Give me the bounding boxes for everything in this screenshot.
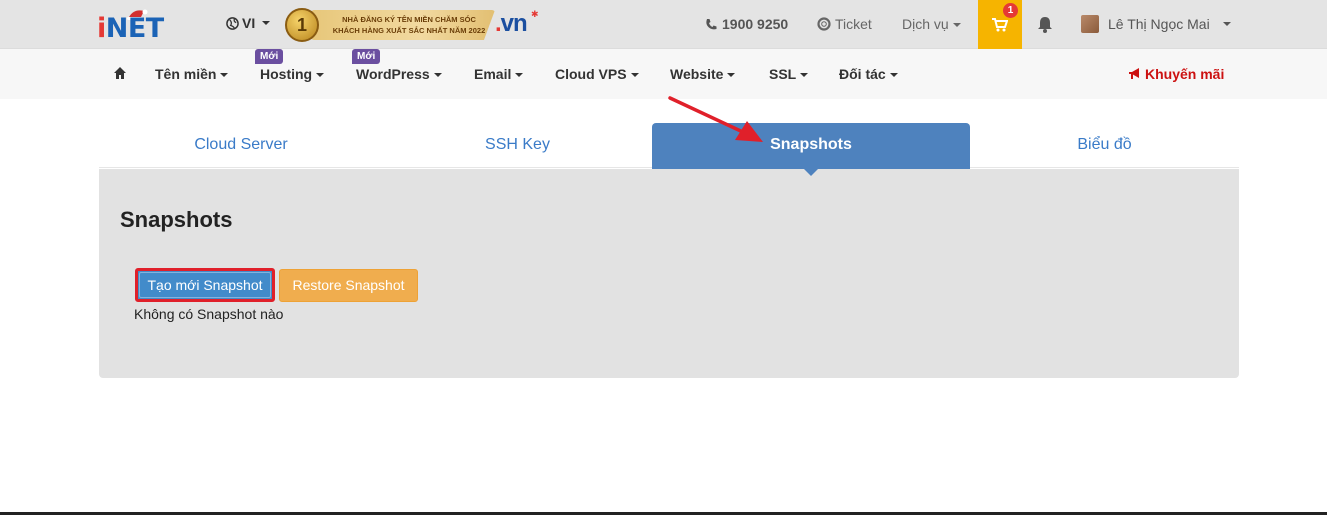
nav-item-hosting[interactable]: Hosting [260, 66, 325, 82]
user-name: Lê Thị Ngọc Mai [1108, 16, 1210, 32]
chevron-down-icon [433, 73, 442, 78]
phone-icon [706, 18, 717, 29]
phone-number: 1900 9250 [722, 16, 789, 32]
nav-item-website[interactable]: Website [670, 66, 736, 82]
tab-ssh-key[interactable]: SSH Key [383, 123, 652, 169]
cart-icon [992, 17, 1008, 31]
vn-label: vn [500, 10, 528, 37]
create-snapshot-button[interactable]: Tạo mới Snapshot [135, 268, 275, 302]
megaphone-icon [1129, 68, 1139, 79]
chevron-down-icon [889, 73, 898, 78]
ticket-label: Ticket [835, 16, 872, 32]
nav-item-wordpress[interactable]: WordPress [356, 66, 442, 82]
restore-snapshot-button[interactable]: Restore Snapshot [279, 269, 418, 302]
chevron-down-icon [727, 73, 736, 78]
bell-icon[interactable] [1037, 16, 1053, 33]
nav-item-email[interactable]: Email [474, 66, 524, 82]
banner-line-2: KHÁCH HÀNG XUẤT SẮC NHẤT NĂM 2022 [332, 26, 486, 35]
tab-charts[interactable]: Biểu đồ [970, 123, 1239, 169]
award-banner[interactable]: 1 NHÀ ĐĂNG KÝ TÊN MIỀN CHĂM SÓC KHÁCH HÀ… [285, 6, 540, 44]
new-badge-hosting: Mới [255, 49, 284, 64]
nav-item-label: WordPress [356, 66, 430, 82]
ticket-link[interactable]: Ticket [817, 16, 872, 32]
nav-item-label: Cloud VPS [555, 66, 627, 82]
promotions-link[interactable]: Khuyến mãi [1128, 66, 1224, 82]
logo-letter-i: i [97, 13, 106, 44]
user-menu[interactable]: Lê Thị Ngọc Mai [1081, 15, 1231, 33]
star-icon: ✱ [531, 9, 539, 19]
cart-button[interactable]: 1 [978, 0, 1022, 49]
page-title: Snapshots [120, 207, 233, 232]
chevron-down-icon [515, 73, 524, 78]
nav-item-ssl[interactable]: SSL [769, 66, 809, 82]
language-label: VI [242, 15, 256, 31]
avatar [1081, 15, 1099, 33]
tab-cloud-server[interactable]: Cloud Server [99, 123, 383, 169]
chevron-down-icon [316, 73, 325, 78]
annotation-arrow-icon [668, 96, 763, 142]
vn-domain-logo: .vn [495, 10, 528, 37]
active-tab-pointer [803, 168, 819, 176]
nav-item-domains[interactable]: Tên miền [155, 66, 229, 82]
globe-icon [226, 16, 239, 30]
inet-logo[interactable]: iNET [97, 9, 187, 44]
hotline-link[interactable]: 1900 9250 [705, 16, 788, 32]
nav-item-label: Email [474, 66, 512, 82]
nav-item-label: Hosting [260, 66, 313, 82]
chevron-down-icon [952, 23, 961, 28]
services-label: Dịch vụ [902, 16, 949, 32]
chevron-down-icon [262, 21, 271, 25]
promotions-label: Khuyến mãi [1145, 66, 1225, 82]
nav-item-label: SSL [769, 66, 797, 82]
chevron-down-icon [630, 73, 639, 78]
new-badge-wordpress: Mới [352, 49, 381, 64]
button-focus-ring [139, 272, 271, 298]
nav-item-partners[interactable]: Đối tác [839, 66, 898, 82]
medal-icon: 1 [285, 8, 319, 42]
services-menu[interactable]: Dịch vụ [902, 16, 961, 32]
logo-letters-net: NET [105, 13, 164, 44]
nav-item-label: Website [670, 66, 724, 82]
cart-count-badge: 1 [1003, 3, 1018, 18]
nav-item-cloud-vps[interactable]: Cloud VPS [555, 66, 639, 82]
chevron-down-icon [220, 73, 229, 78]
home-icon[interactable] [114, 67, 126, 79]
empty-state-message: Không có Snapshot nào [134, 306, 284, 322]
lifebuoy-icon [817, 17, 831, 31]
language-selector[interactable]: VI [226, 15, 271, 31]
nav-item-label: Tên miền [155, 66, 217, 82]
nav-item-label: Đối tác [839, 66, 886, 82]
banner-line-1: NHÀ ĐĂNG KÝ TÊN MIỀN CHĂM SÓC [342, 15, 476, 24]
top-bar: iNET VI 1 NHÀ ĐĂNG KÝ TÊN MIỀN CHĂM SÓC … [0, 0, 1327, 49]
chevron-down-icon [800, 73, 809, 78]
chevron-down-icon [1222, 22, 1231, 26]
